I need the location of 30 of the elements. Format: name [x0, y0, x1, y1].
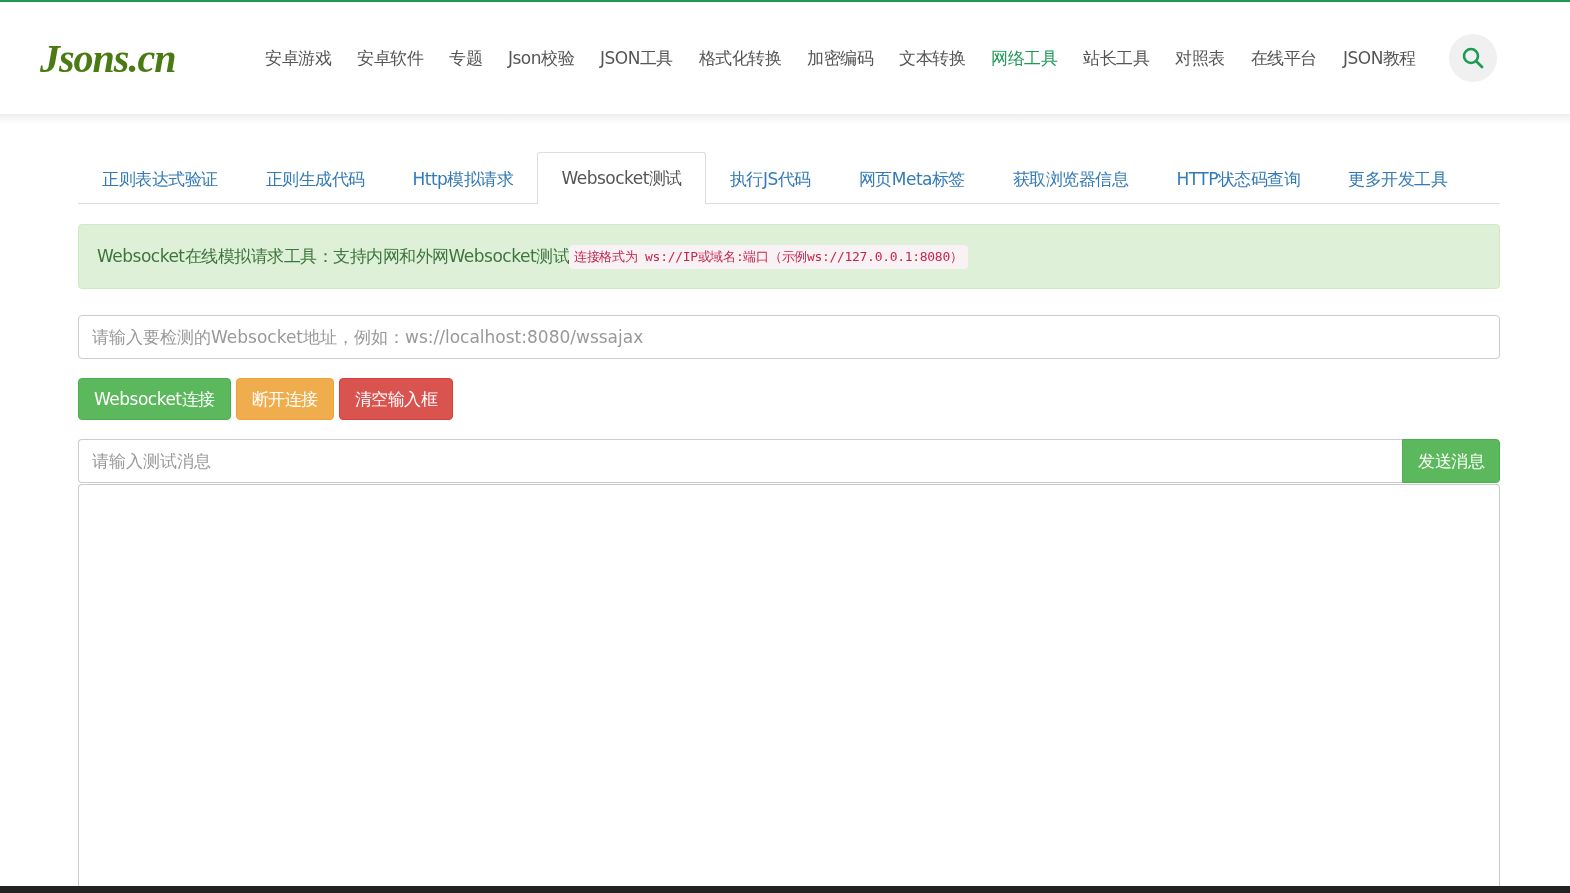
nav-link[interactable]: 安卓软件	[344, 46, 436, 70]
tool-tab[interactable]: 执行JS代码	[705, 153, 835, 204]
search-button[interactable]	[1448, 34, 1497, 82]
tool-tab[interactable]: HTTP状态码查询	[1152, 153, 1325, 204]
tool-tab[interactable]: Websocket测试	[537, 152, 706, 204]
tool-tab[interactable]: 正则表达式验证	[78, 153, 242, 204]
nav-link[interactable]: 格式化转换	[685, 46, 795, 70]
format-code: 连接格式为 ws://IP或域名:端口（示例ws://127.0.0.1:8080）	[569, 244, 968, 269]
tool-tab[interactable]: 正则生成代码	[241, 153, 389, 204]
tool-tab[interactable]: Http模拟请求	[388, 153, 538, 204]
nav-link[interactable]: 在线平台	[1237, 46, 1330, 70]
search-icon	[1461, 47, 1484, 69]
notice-text: Websocket在线模拟请求工具：支持内网和外网Websocket测试	[97, 245, 570, 268]
nav-link[interactable]: 安卓游戏	[252, 46, 344, 70]
tool-tab[interactable]: 获取浏览器信息	[988, 153, 1153, 204]
tool-tab[interactable]: 更多开发工具	[1324, 153, 1472, 204]
tool-tab[interactable]: 网页Meta标签	[834, 153, 989, 204]
message-field[interactable]: 请输入测试消息	[78, 439, 1402, 483]
nav-link[interactable]: JSON教程	[1329, 46, 1429, 70]
site-logo[interactable]: Jsons.cn	[40, 34, 230, 82]
nav-link[interactable]: 专题	[436, 46, 495, 70]
nav-link[interactable]: 站长工具	[1070, 46, 1163, 70]
nav-link[interactable]: 网络工具	[978, 46, 1071, 70]
websocket-url-field[interactable]: 请输入要检测的Websocket地址，例如：ws://localhost:8080/wssajax	[78, 315, 1500, 359]
nav-link[interactable]: 加密编码	[794, 46, 887, 70]
action-button[interactable]: 清空输入框	[338, 378, 454, 420]
nav-link[interactable]: Json校验	[495, 46, 588, 70]
nav-link[interactable]: 对照表	[1162, 46, 1238, 70]
nav-link[interactable]: 文本转换	[886, 46, 979, 70]
nav-link[interactable]: JSON工具	[587, 46, 686, 70]
